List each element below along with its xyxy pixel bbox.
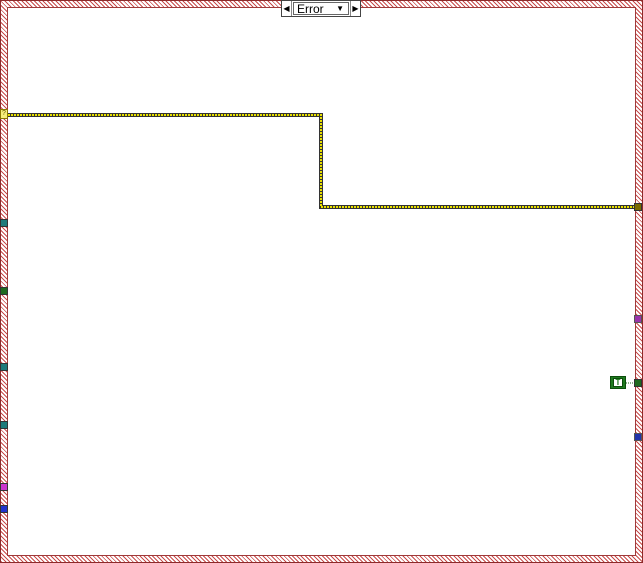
error-in-tunnel[interactable]: ?: [0, 109, 8, 119]
case-selector-label: Error: [297, 1, 324, 16]
left-tunnel-teal-2[interactable]: [0, 363, 8, 371]
wire-layer: [8, 113, 634, 384]
case-next-button[interactable]: ▶: [350, 1, 360, 16]
left-tunnel-blue[interactable]: [0, 505, 8, 513]
left-tunnel-teal-3[interactable]: [0, 421, 8, 429]
left-tunnel-magenta[interactable]: [0, 483, 8, 491]
chevron-down-icon[interactable]: ▼: [336, 4, 344, 13]
right-tunnel-purple[interactable]: [634, 315, 642, 323]
right-tunnel-navy[interactable]: [634, 433, 642, 441]
case-selector-value[interactable]: Error ▼: [293, 1, 349, 16]
boolean-true-constant[interactable]: T: [610, 376, 626, 389]
error-out-tunnel[interactable]: [634, 203, 642, 211]
case-selector[interactable]: ◀ Error ▼ ▶: [281, 0, 361, 17]
left-tunnel-teal-1[interactable]: [0, 219, 8, 227]
left-tunnel-green[interactable]: [0, 287, 8, 295]
boolean-true-label: T: [613, 378, 623, 387]
right-tunnel-boolean[interactable]: [634, 379, 642, 387]
case-prev-button[interactable]: ◀: [282, 1, 292, 16]
